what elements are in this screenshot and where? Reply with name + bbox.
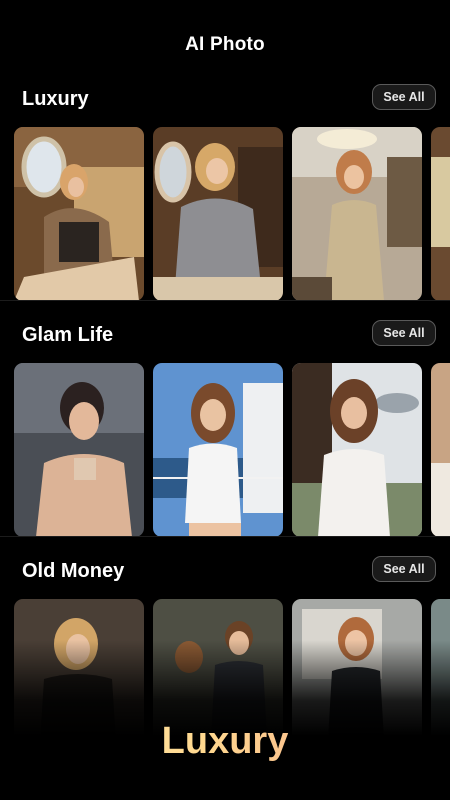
photo-card[interactable] xyxy=(292,127,422,301)
section-header: Old Money See All xyxy=(0,556,450,586)
see-all-button[interactable]: See All xyxy=(372,320,436,346)
photo-card[interactable] xyxy=(14,363,144,537)
photo-card[interactable] xyxy=(431,127,450,301)
section-header: Luxury See All xyxy=(0,84,450,114)
page-title: AI Photo xyxy=(185,34,265,55)
photo-carousel[interactable] xyxy=(14,127,450,301)
section-title: Old Money xyxy=(22,560,125,582)
section-title: Glam Life xyxy=(22,324,114,346)
see-all-button[interactable]: See All xyxy=(372,84,436,110)
see-all-button[interactable]: See All xyxy=(372,556,436,582)
photo-card[interactable] xyxy=(153,363,283,537)
section-header: Glam Life See All xyxy=(0,320,450,350)
section-divider xyxy=(0,300,450,301)
section-title: Luxury xyxy=(22,88,89,110)
photo-card[interactable] xyxy=(292,363,422,537)
photo-card[interactable] xyxy=(431,363,450,537)
photo-card[interactable] xyxy=(14,127,144,301)
section-divider xyxy=(0,536,450,537)
category-caption: Luxury xyxy=(0,720,450,763)
photo-card[interactable] xyxy=(153,127,283,301)
photo-carousel[interactable] xyxy=(14,363,450,537)
